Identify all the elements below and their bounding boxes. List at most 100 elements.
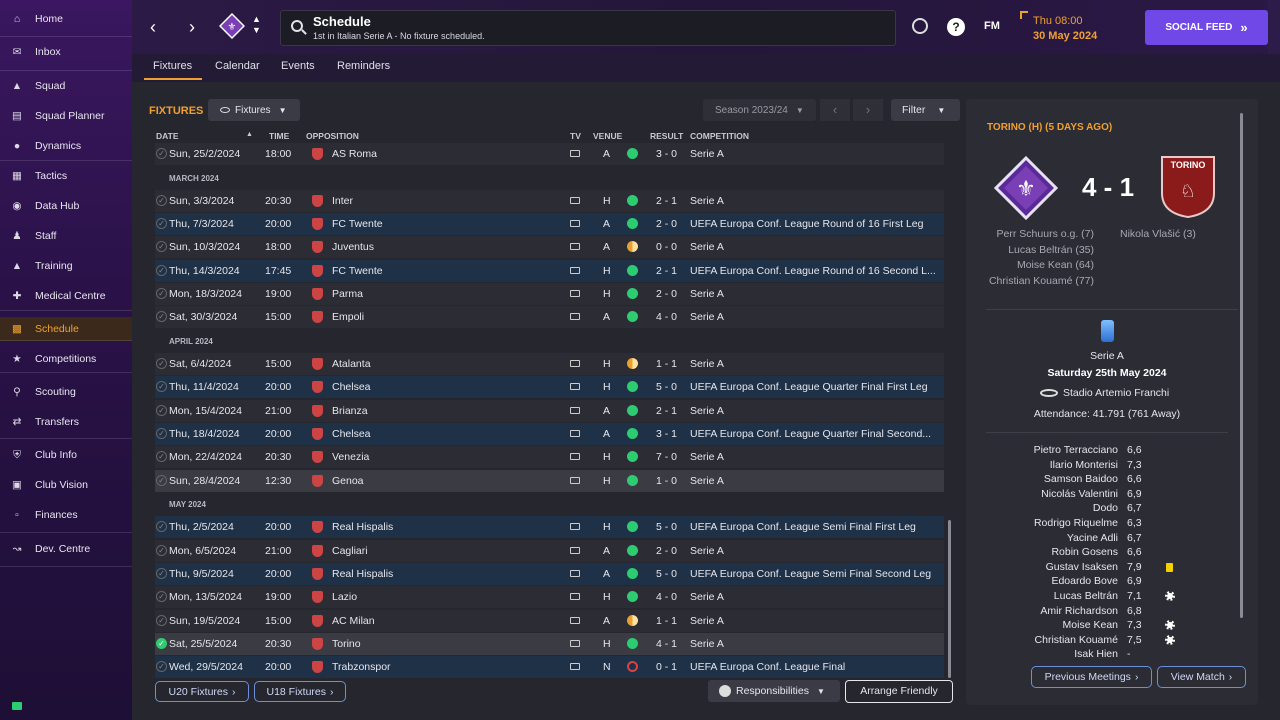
season-prev-button[interactable]: ‹: [820, 99, 850, 121]
table-row[interactable]: ✓ Sat, 25/5/2024 20:30 Torino H 4 - 1 Serie A: [155, 633, 944, 655]
opposition-name[interactable]: FC Twente: [332, 265, 383, 277]
fixture-result[interactable]: 4 - 0: [656, 311, 677, 323]
sidebar-item-staff[interactable]: ♟ Staff: [0, 224, 132, 248]
fixture-result[interactable]: 0 - 0: [656, 241, 677, 253]
opposition-name[interactable]: Empoli: [332, 311, 364, 323]
table-row[interactable]: ✓ Thu, 14/3/2024 17:45 FC Twente H 2 - 1 UEFA …: [155, 260, 944, 282]
player-name[interactable]: Robin Gosens: [958, 546, 1118, 558]
opposition-name[interactable]: Trabzonspor: [332, 661, 391, 673]
sidebar-item-schedule[interactable]: ▩ Schedule: [0, 317, 132, 341]
opposition-name[interactable]: Inter: [332, 195, 353, 207]
opposition-name[interactable]: Real Hispalis: [332, 568, 393, 580]
sidebar-item-squad[interactable]: ▲ Squad: [0, 74, 132, 98]
tab-events[interactable]: Events: [281, 60, 315, 72]
opposition-name[interactable]: Atalanta: [332, 358, 371, 370]
fixture-competition[interactable]: Serie A: [690, 241, 724, 253]
current-date[interactable]: 30 May 2024: [1033, 30, 1097, 42]
fixture-result[interactable]: 2 - 0: [656, 288, 677, 300]
fixture-result[interactable]: 4 - 1: [656, 638, 677, 650]
opposition-name[interactable]: Chelsea: [332, 428, 371, 440]
fixture-competition[interactable]: Serie A: [690, 475, 724, 487]
fixture-competition[interactable]: Serie A: [690, 615, 724, 627]
opposition-name[interactable]: AC Milan: [332, 615, 375, 627]
fixture-competition[interactable]: Serie A: [690, 638, 724, 650]
player-name[interactable]: Christian Kouamé: [958, 634, 1118, 646]
col-result[interactable]: RESULT: [650, 131, 683, 141]
table-row[interactable]: ✓ Mon, 15/4/2024 21:00 Brianza A 2 - 1 Serie A: [155, 400, 944, 422]
view-match-button[interactable]: View Match ›: [1157, 666, 1246, 688]
fixture-competition[interactable]: Serie A: [690, 148, 724, 160]
tab-calendar[interactable]: Calendar: [215, 60, 260, 72]
player-name[interactable]: Dodo: [958, 502, 1118, 514]
responsibilities-button[interactable]: Responsibilities ▼: [708, 680, 840, 702]
fixture-result[interactable]: 5 - 0: [656, 568, 677, 580]
sidebar-item-transfers[interactable]: ⇄ Transfers: [0, 410, 132, 434]
fixture-competition[interactable]: UEFA Europa Conf. League Round of 16 Sec…: [690, 265, 936, 277]
table-row[interactable]: ✓ Sat, 30/3/2024 15:00 Empoli A 4 - 0 Serie A: [155, 306, 944, 328]
player-name[interactable]: Samson Baidoo: [958, 473, 1118, 485]
sidebar-item-competitions[interactable]: ★ Competitions: [0, 347, 132, 371]
u18-fixtures-button[interactable]: U18 Fixtures ›: [254, 681, 346, 702]
tab-fixtures[interactable]: Fixtures: [153, 60, 192, 72]
sidebar-item-home[interactable]: ⌂ Home: [0, 7, 132, 31]
fixture-competition[interactable]: Serie A: [690, 405, 724, 417]
table-row[interactable]: ✓ Sun, 19/5/2024 15:00 AC Milan A 1 - 1 Serie …: [155, 610, 944, 632]
table-row[interactable]: ✓ Thu, 18/4/2024 20:00 Chelsea A 3 - 1 UEFA Eu…: [155, 423, 944, 445]
fixture-result[interactable]: 0 - 1: [656, 661, 677, 673]
back-arrow-icon[interactable]: ‹: [150, 17, 164, 37]
filter-button[interactable]: Filter ▼: [891, 99, 960, 121]
current-time[interactable]: Thu 08:00: [1033, 15, 1083, 27]
table-row[interactable]: ✓ Wed, 29/5/2024 20:00 Trabzonspor N 0 - 1 UEF…: [155, 656, 944, 678]
table-row[interactable]: ✓ Mon, 22/4/2024 20:30 Venezia H 7 - 0 Serie A: [155, 446, 944, 468]
player-name[interactable]: Pietro Terracciano: [958, 444, 1118, 456]
table-row[interactable]: ✓ Thu, 11/4/2024 20:00 Chelsea H 5 - 0 UEFA Eu…: [155, 376, 944, 398]
sidebar-item-data-hub[interactable]: ◉ Data Hub: [0, 194, 132, 218]
fixture-competition[interactable]: UEFA Europa Conf. League Semi Final Firs…: [690, 521, 916, 533]
player-name[interactable]: Isak Hien: [958, 648, 1118, 660]
fm-logo-icon[interactable]: FM: [984, 20, 1000, 32]
fixture-competition[interactable]: Serie A: [690, 591, 724, 603]
player-name[interactable]: Ilario Monterisi: [958, 459, 1118, 471]
table-row[interactable]: ✓ Sun, 25/2/2024 18:00 AS Roma A 3 - 0 Serie A: [155, 143, 944, 165]
player-name[interactable]: Amir Richardson: [958, 605, 1118, 617]
home-badge-icon[interactable]: ⚜: [993, 155, 1059, 221]
u20-fixtures-button[interactable]: U20 Fixtures ›: [155, 681, 249, 702]
season-next-button[interactable]: ›: [853, 99, 883, 121]
fixture-result[interactable]: 3 - 1: [656, 428, 677, 440]
fixture-competition[interactable]: Serie A: [690, 545, 724, 557]
opposition-name[interactable]: Torino: [332, 638, 361, 650]
table-row[interactable]: ✓ Sat, 6/4/2024 15:00 Atalanta H 1 - 1 Serie A: [155, 353, 944, 375]
sidebar-item-tactics[interactable]: ▦ Tactics: [0, 164, 132, 188]
away-badge-icon[interactable]: ♘ TORINO: [1160, 155, 1216, 219]
player-name[interactable]: Edoardo Bove: [958, 575, 1118, 587]
fixture-competition[interactable]: Serie A: [690, 288, 724, 300]
sidebar-item-finances[interactable]: ▫ Finances: [0, 503, 132, 527]
col-date[interactable]: DATE: [156, 131, 179, 141]
col-competition[interactable]: COMPETITION: [690, 131, 749, 141]
fixture-competition[interactable]: UEFA Europa Conf. League Quarter Final F…: [690, 381, 928, 393]
fixture-result[interactable]: 5 - 0: [656, 521, 677, 533]
opposition-name[interactable]: Cagliari: [332, 545, 368, 557]
table-row[interactable]: ✓ Sun, 3/3/2024 20:30 Inter H 2 - 1 Serie A: [155, 190, 944, 212]
season-selector[interactable]: Season 2023/24 ▼: [703, 99, 816, 121]
fixture-result[interactable]: 5 - 0: [656, 381, 677, 393]
opposition-name[interactable]: Chelsea: [332, 381, 371, 393]
opposition-name[interactable]: AS Roma: [332, 148, 377, 160]
table-row[interactable]: ✓ Mon, 6/5/2024 21:00 Cagliari A 2 - 0 Serie A: [155, 540, 944, 562]
fixture-competition[interactable]: Serie A: [690, 358, 724, 370]
table-row[interactable]: ✓ Sun, 10/3/2024 18:00 Juventus A 0 - 0 Serie …: [155, 236, 944, 258]
fixtures-scrollbar[interactable]: [948, 520, 951, 678]
fixture-competition[interactable]: Serie A: [690, 311, 724, 323]
panel-scrollbar[interactable]: [1240, 113, 1243, 618]
sidebar-item-medical-centre[interactable]: ✚ Medical Centre: [0, 284, 132, 308]
fixture-competition[interactable]: UEFA Europa Conf. League Semi Final Seco…: [690, 568, 931, 580]
sidebar-item-squad-planner[interactable]: ▤ Squad Planner: [0, 104, 132, 128]
opposition-name[interactable]: Juventus: [332, 241, 374, 253]
col-tv[interactable]: TV: [570, 131, 581, 141]
help-icon[interactable]: ?: [947, 18, 965, 36]
opposition-name[interactable]: Venezia: [332, 451, 369, 463]
table-row[interactable]: ✓ Mon, 18/3/2024 19:00 Parma H 2 - 0 Serie A: [155, 283, 944, 305]
table-row[interactable]: ✓ Thu, 7/3/2024 20:00 FC Twente A 2 - 0 UEFA E…: [155, 213, 944, 235]
opposition-name[interactable]: Lazio: [332, 591, 357, 603]
sidebar-item-dev-centre[interactable]: ↝ Dev. Centre: [0, 537, 132, 561]
